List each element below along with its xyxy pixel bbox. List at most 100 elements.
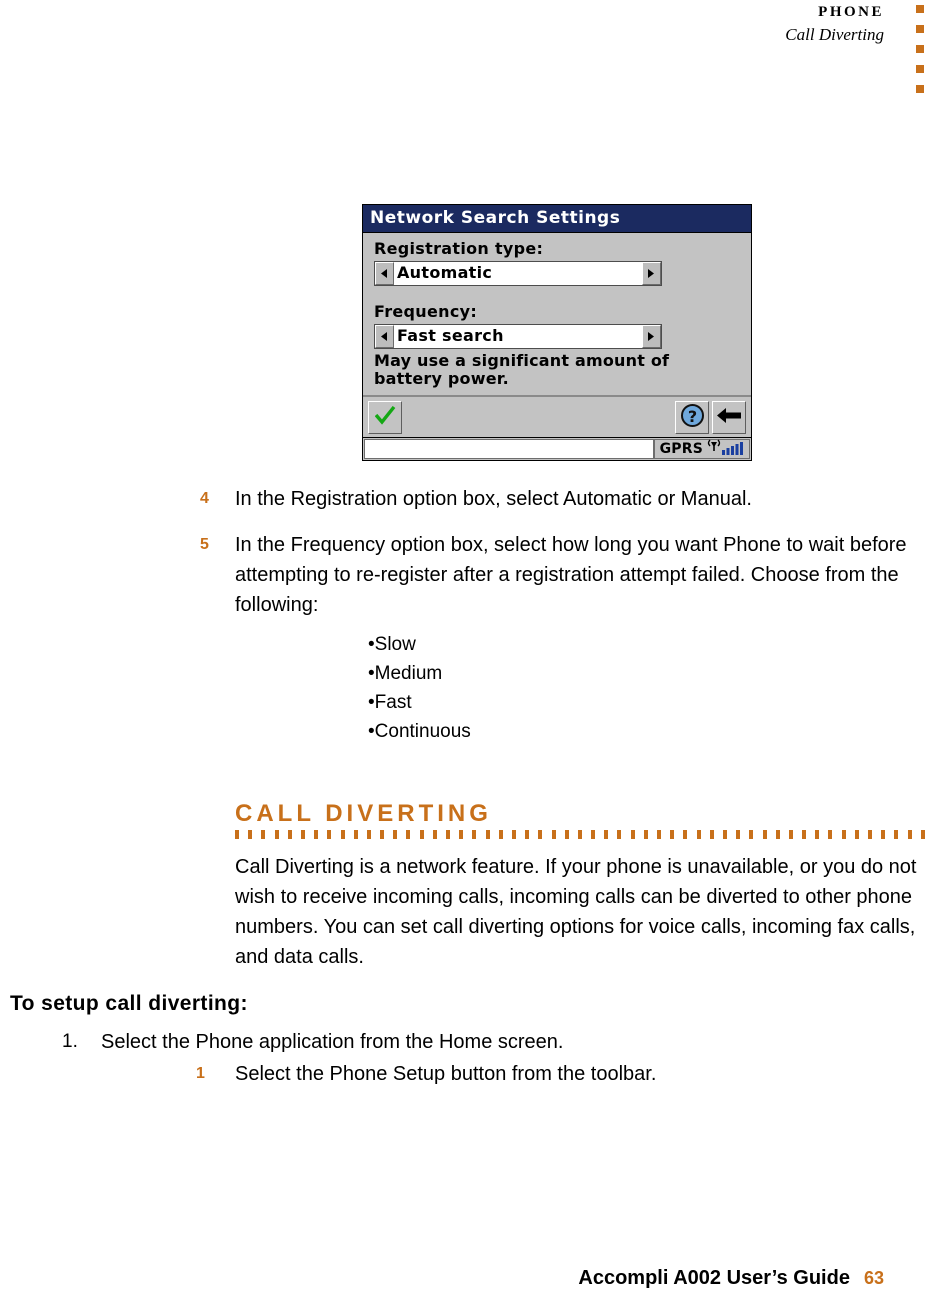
check-icon bbox=[374, 405, 396, 429]
rule-dot bbox=[868, 830, 872, 839]
rule-dot bbox=[432, 830, 437, 839]
rule-dot bbox=[815, 830, 820, 839]
frequency-label: Frequency: bbox=[374, 302, 478, 321]
rule-dot bbox=[340, 830, 345, 839]
device-title-bar: Network Search Settings bbox=[363, 205, 751, 233]
list-item: •Slow bbox=[368, 634, 416, 655]
svg-text:?: ? bbox=[687, 407, 696, 426]
corner-dot-decoration bbox=[916, 5, 928, 105]
footer-title: Accompli A002 User’s Guide bbox=[578, 1267, 850, 1289]
rule-dot bbox=[406, 830, 411, 839]
registration-type-value: Automatic bbox=[394, 262, 642, 285]
rule-dot bbox=[775, 830, 780, 839]
gprs-label: GPRS bbox=[659, 441, 703, 457]
rule-dot bbox=[314, 830, 319, 839]
right-arrow-icon[interactable] bbox=[642, 262, 661, 285]
rule-dot bbox=[854, 830, 859, 839]
rule-dot bbox=[459, 830, 464, 839]
rule-dot bbox=[657, 830, 661, 839]
corner-dot bbox=[916, 5, 924, 13]
rule-dot bbox=[235, 830, 239, 839]
procedure-heading: To setup call diverting: bbox=[10, 992, 248, 1015]
rule-dot bbox=[841, 830, 846, 839]
rule-dot bbox=[722, 830, 727, 839]
rule-dot bbox=[762, 830, 767, 839]
step-text: In the Frequency option box, select how … bbox=[235, 534, 907, 616]
section-dotted-rule bbox=[235, 830, 925, 839]
list-item: 1 Select the Phone Setup button from the… bbox=[196, 1060, 656, 1088]
running-header: PHONE Call Diverting bbox=[0, 0, 884, 46]
header-title: PHONE bbox=[818, 4, 884, 20]
battery-hint-text: May use a significant amount of battery … bbox=[374, 351, 670, 388]
back-button[interactable] bbox=[712, 401, 746, 434]
rule-dot bbox=[881, 830, 886, 839]
rule-dot bbox=[591, 830, 596, 839]
rule-dot bbox=[828, 830, 833, 839]
rule-dot bbox=[907, 830, 912, 839]
left-arrow-icon[interactable] bbox=[375, 325, 394, 348]
list-item: •Medium bbox=[368, 663, 443, 684]
rule-dot bbox=[920, 830, 925, 839]
rule-dot bbox=[274, 830, 279, 839]
numbered-step-list: 4 In the Registration option box, select… bbox=[0, 484, 928, 636]
list-item: 1. Select the Phone application from the… bbox=[62, 1028, 563, 1056]
form-spacer bbox=[370, 286, 744, 300]
network-status-area: GPRS bbox=[653, 438, 750, 460]
rule-dot bbox=[696, 830, 701, 839]
rule-dot bbox=[564, 830, 569, 839]
back-arrow-icon bbox=[716, 406, 742, 429]
list-item: 4 In the Registration option box, select… bbox=[0, 484, 928, 514]
corner-dot bbox=[916, 45, 924, 53]
device-form-body: Registration type: Automatic Frequency: … bbox=[363, 233, 751, 395]
rule-dot bbox=[709, 830, 714, 839]
help-button[interactable]: ? bbox=[675, 401, 709, 434]
registration-type-option-box[interactable]: Automatic bbox=[374, 261, 662, 286]
list-item: 5 In the Frequency option box, select ho… bbox=[0, 530, 928, 620]
frequency-options-list: •Slow •Medium •Fast •Continuous bbox=[368, 630, 471, 746]
rule-dot bbox=[287, 830, 292, 839]
rule-dot bbox=[393, 830, 398, 839]
rule-dot bbox=[788, 830, 793, 839]
confirm-button[interactable] bbox=[368, 401, 402, 434]
frequency-option-box[interactable]: Fast search bbox=[374, 324, 662, 349]
list-item: •Continuous bbox=[368, 721, 471, 742]
rule-dot bbox=[525, 830, 530, 839]
rule-dot bbox=[617, 830, 622, 839]
rule-dot bbox=[300, 830, 305, 839]
procedure-marker: 1. bbox=[62, 1031, 78, 1052]
rule-dot bbox=[485, 830, 490, 839]
corner-dot bbox=[916, 25, 924, 33]
rule-dot bbox=[683, 830, 688, 839]
rule-dot bbox=[419, 830, 424, 839]
rule-dot bbox=[894, 830, 899, 839]
corner-dot bbox=[916, 65, 924, 73]
step-number: 4 bbox=[200, 490, 209, 507]
procedure-marker: 1 bbox=[196, 1065, 205, 1082]
rule-dot bbox=[472, 830, 477, 839]
status-message-area bbox=[364, 439, 654, 459]
rule-dot bbox=[736, 830, 741, 839]
rule-dot bbox=[511, 830, 516, 839]
rule-dot bbox=[604, 830, 609, 839]
rule-dot bbox=[551, 830, 556, 839]
right-arrow-icon[interactable] bbox=[642, 325, 661, 348]
header-subtitle: Call Diverting bbox=[785, 25, 884, 44]
rule-dot bbox=[670, 830, 675, 839]
rule-dot bbox=[366, 830, 371, 839]
device-toolbar: ? bbox=[363, 395, 751, 437]
rule-dot bbox=[353, 830, 358, 839]
rule-dot bbox=[261, 830, 266, 839]
rule-dot bbox=[380, 830, 385, 839]
page-footer: Accompli A002 User’s Guide 63 bbox=[0, 1267, 884, 1290]
rule-dot bbox=[749, 830, 754, 839]
antenna-signal-icon bbox=[706, 438, 746, 460]
step-number: 5 bbox=[200, 536, 209, 553]
left-arrow-icon[interactable] bbox=[375, 262, 394, 285]
step-text: In the Registration option box, select A… bbox=[235, 488, 752, 510]
rule-dot bbox=[630, 830, 635, 839]
procedure-text: Select the Phone application from the Ho… bbox=[101, 1031, 564, 1053]
rule-dot bbox=[327, 830, 332, 839]
rule-dot bbox=[498, 830, 503, 839]
device-status-bar: GPRS bbox=[363, 437, 751, 460]
rule-dot bbox=[538, 830, 543, 839]
